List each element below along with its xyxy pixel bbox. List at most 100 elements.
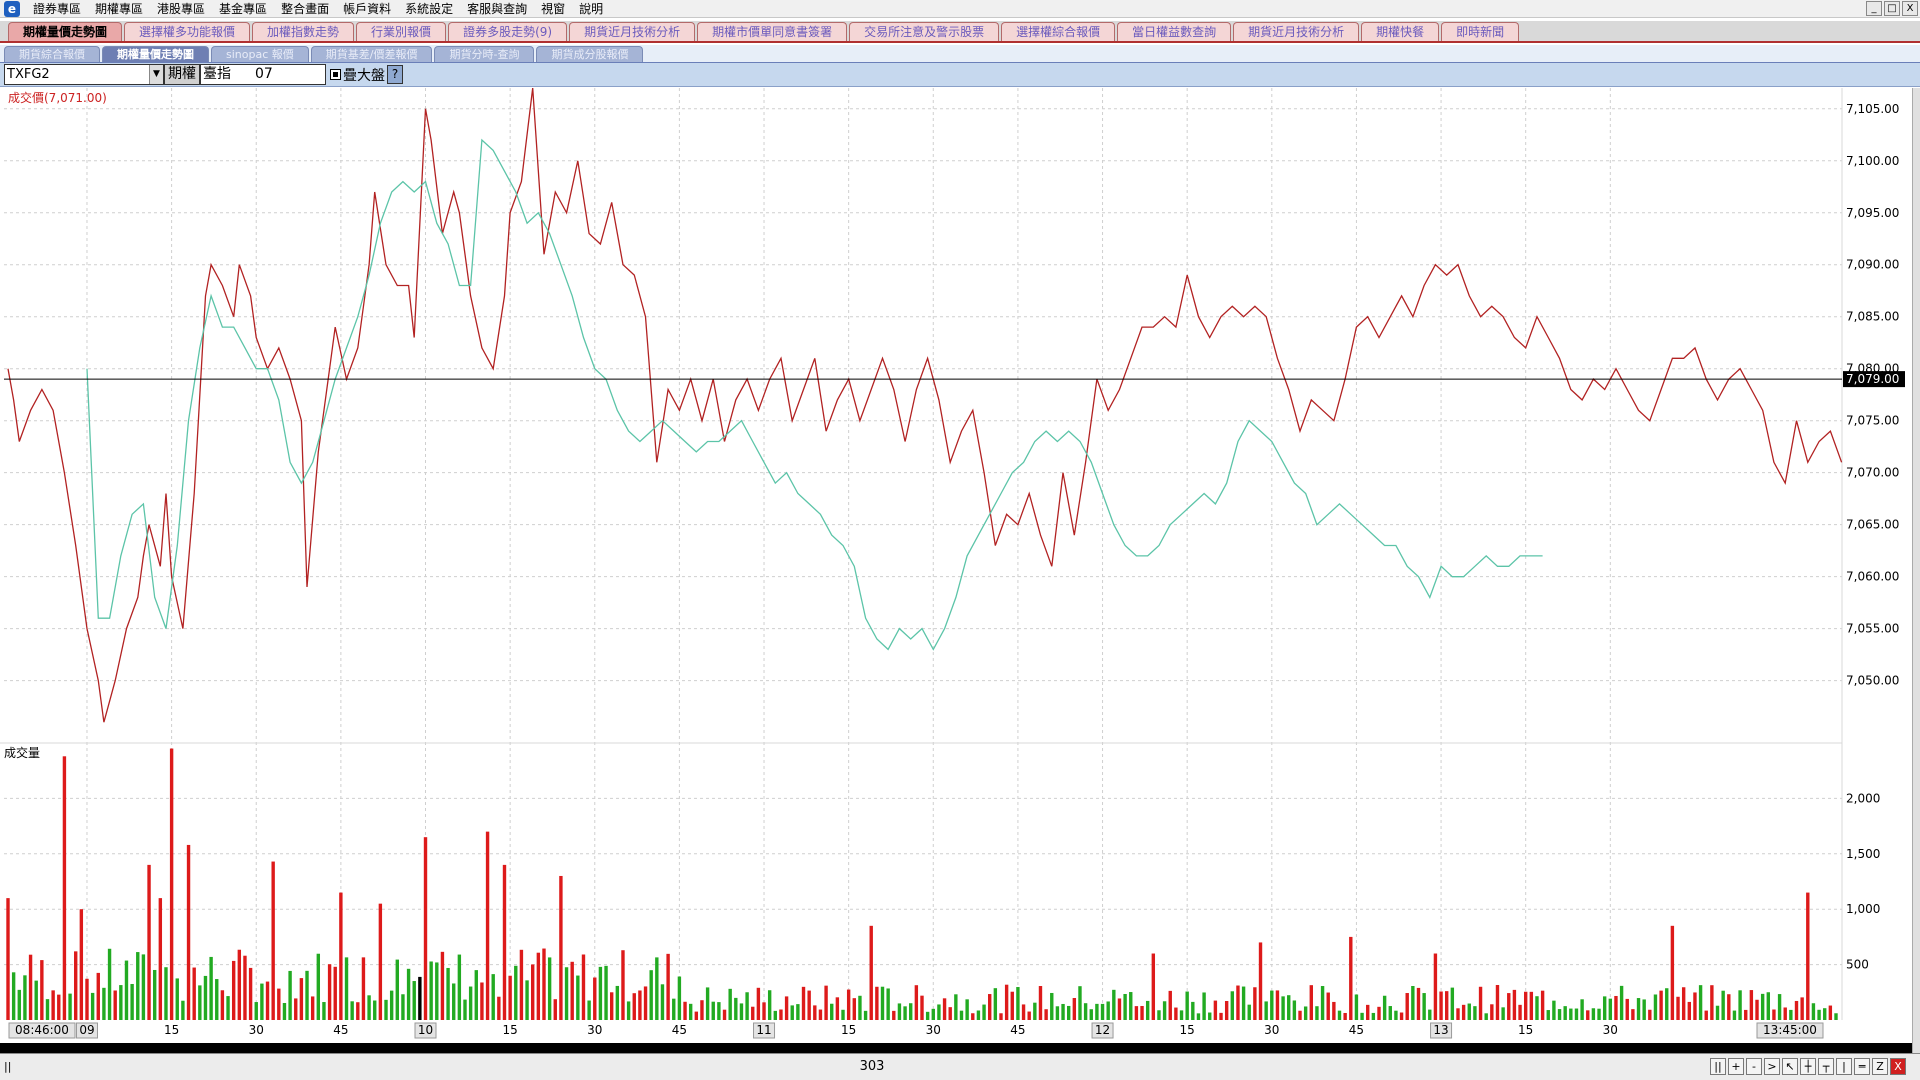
symbol-select[interactable]: TXFG2 ▼ — [4, 64, 164, 85]
volume-bar — [1038, 986, 1043, 1020]
volume-bar — [1089, 1009, 1093, 1020]
menu-item[interactable]: 帳戶資料 — [336, 1, 398, 17]
secondary-tab[interactable]: sinopac 報價 — [211, 46, 309, 62]
close-button[interactable]: X — [1902, 1, 1918, 16]
primary-tab[interactable]: 期貨近月技術分析 — [1233, 22, 1360, 41]
index-selector[interactable]: 臺指 07 — [200, 64, 326, 85]
volume-bar — [1422, 993, 1426, 1020]
time-tick-label: 30 — [587, 1023, 602, 1037]
volume-bar — [598, 966, 603, 1020]
menu-item[interactable]: 證券專區 — [26, 1, 88, 17]
volume-bar — [1665, 988, 1669, 1020]
volume-bar — [1004, 984, 1009, 1020]
volume-bar — [593, 977, 597, 1020]
dropdown-arrow-icon[interactable]: ▼ — [149, 65, 163, 84]
secondary-tab[interactable]: 期貨分時-查詢 — [434, 46, 535, 62]
volume-bar — [237, 949, 242, 1020]
time-tick-label: 45 — [672, 1023, 687, 1037]
menu-item[interactable]: 系統設定 — [398, 1, 460, 17]
primary-tab[interactable]: 選擇權多功能報價 — [124, 22, 251, 41]
menu-item[interactable]: 港股專區 — [150, 1, 212, 17]
primary-tab[interactable]: 行業別報價 — [356, 22, 447, 41]
menu-item[interactable]: 說明 — [572, 1, 610, 17]
chart-tool-button[interactable]: - — [1746, 1058, 1762, 1075]
primary-tab[interactable]: 加權指數走勢 — [252, 22, 355, 41]
volume-bar — [457, 954, 462, 1020]
chart-tool-button[interactable]: > — [1764, 1058, 1780, 1075]
volume-bar — [626, 1001, 631, 1020]
volume-bar — [1681, 987, 1686, 1020]
menu-item[interactable]: 基金專區 — [212, 1, 274, 17]
trading-app-window: e 證券專區 期權專區 港股專區 基金專區 整合畫面 帳戶資料 系統設定 客服與查詢 視窗 說明 … — [0, 0, 1920, 1080]
volume-bar — [96, 972, 100, 1020]
maximize-button[interactable]: □ — [1884, 1, 1900, 16]
primary-tab[interactable]: 交易所注意及警示股票 — [849, 22, 1000, 41]
volume-bar — [1428, 1009, 1432, 1020]
primary-tab[interactable]: 當日權益數查詢 — [1117, 22, 1232, 41]
volume-bar — [1140, 1005, 1144, 1020]
volume-bar — [62, 756, 67, 1020]
primary-tab[interactable]: 期權量價走勢圖 — [8, 22, 123, 41]
checkbox-checked-icon[interactable] — [330, 69, 341, 80]
primary-tab[interactable]: 即時新聞 — [1441, 22, 1520, 41]
volume-bar — [1083, 1003, 1088, 1020]
volume-bar — [542, 948, 546, 1020]
volume-bar — [1456, 1008, 1460, 1020]
chart-tool-button[interactable]: ┼ — [1800, 1058, 1816, 1075]
menu-item[interactable]: 整合畫面 — [274, 1, 336, 17]
volume-bar — [1552, 1000, 1556, 1020]
scroll-grip-icon[interactable]: || — [4, 1060, 24, 1074]
primary-tab[interactable]: 選擇權綜合報價 — [1001, 22, 1116, 41]
chart-tool-button[interactable]: + — [1728, 1058, 1744, 1075]
volume-bar — [525, 980, 529, 1020]
secondary-tab[interactable]: 期貨綜合報價 — [4, 46, 100, 62]
volume-bar — [271, 861, 275, 1020]
chart-tool-button[interactable]: X — [1890, 1058, 1906, 1075]
price-tick-label: 7,075.00 — [1846, 414, 1899, 428]
volume-bar — [1473, 1006, 1477, 1020]
volume-bar — [711, 1001, 715, 1020]
volume-bar — [406, 968, 411, 1020]
chart-tool-button[interactable]: | — [1836, 1058, 1852, 1075]
volume-bar — [11, 972, 16, 1020]
primary-tab[interactable]: 期貨近月技術分析 — [569, 22, 696, 41]
secondary-tab-bar: 期貨綜合報價 期權量價走勢圖 sinopac 報價 期貨基差/價差報價 期貨分時-查詢期… — [0, 45, 1920, 63]
volume-bar — [514, 965, 518, 1020]
volume-bar — [852, 998, 856, 1020]
minimize-button[interactable]: _ — [1866, 1, 1882, 16]
volume-bar — [1823, 1008, 1827, 1020]
menu-item[interactable]: 視窗 — [534, 1, 572, 17]
volume-bar — [497, 996, 501, 1020]
chart-background — [0, 88, 1912, 1053]
chart-tool-button[interactable]: ┬ — [1818, 1058, 1834, 1075]
primary-tab[interactable]: 期權快餐 — [1361, 22, 1440, 41]
volume-bar — [914, 985, 919, 1020]
chart-tool-button[interactable]: || — [1710, 1058, 1726, 1075]
primary-tab[interactable]: 證券多股走勢(9) — [448, 22, 568, 41]
menu-item[interactable]: 客服與查詢 — [460, 1, 534, 17]
volume-bar — [209, 956, 213, 1020]
chart-tool-button[interactable]: ↖ — [1782, 1058, 1798, 1075]
primary-tab[interactable]: 期權市價單同意書簽署 — [697, 22, 848, 41]
chart-tool-button[interactable]: Z — [1872, 1058, 1888, 1075]
volume-bar — [429, 961, 433, 1020]
secondary-tab[interactable]: 期貨成分股報價 — [536, 46, 644, 62]
volume-bar — [350, 1001, 354, 1020]
menu-item[interactable]: 期權專區 — [88, 1, 150, 17]
market-type-label[interactable]: 期權 — [164, 64, 200, 85]
secondary-tab[interactable]: 期權量價走勢圖 — [102, 46, 209, 62]
volume-bar — [1755, 999, 1759, 1020]
vertical-scrollbar[interactable] — [1912, 88, 1920, 1063]
volume-bar — [1636, 998, 1641, 1020]
secondary-tab[interactable]: 期貨基差/價差報價 — [310, 46, 433, 62]
volume-bar — [384, 999, 388, 1020]
volume-bar — [260, 983, 264, 1020]
overlay-index-checkbox[interactable]: 疊大盤 — [330, 64, 385, 85]
volume-bar — [491, 974, 495, 1020]
volume-bar — [1112, 989, 1116, 1020]
help-button[interactable]: ? — [387, 65, 403, 84]
volume-bar — [198, 985, 202, 1020]
volume-bar — [728, 988, 732, 1020]
volume-bar — [423, 837, 428, 1020]
chart-tool-button[interactable]: ═ — [1854, 1058, 1870, 1075]
